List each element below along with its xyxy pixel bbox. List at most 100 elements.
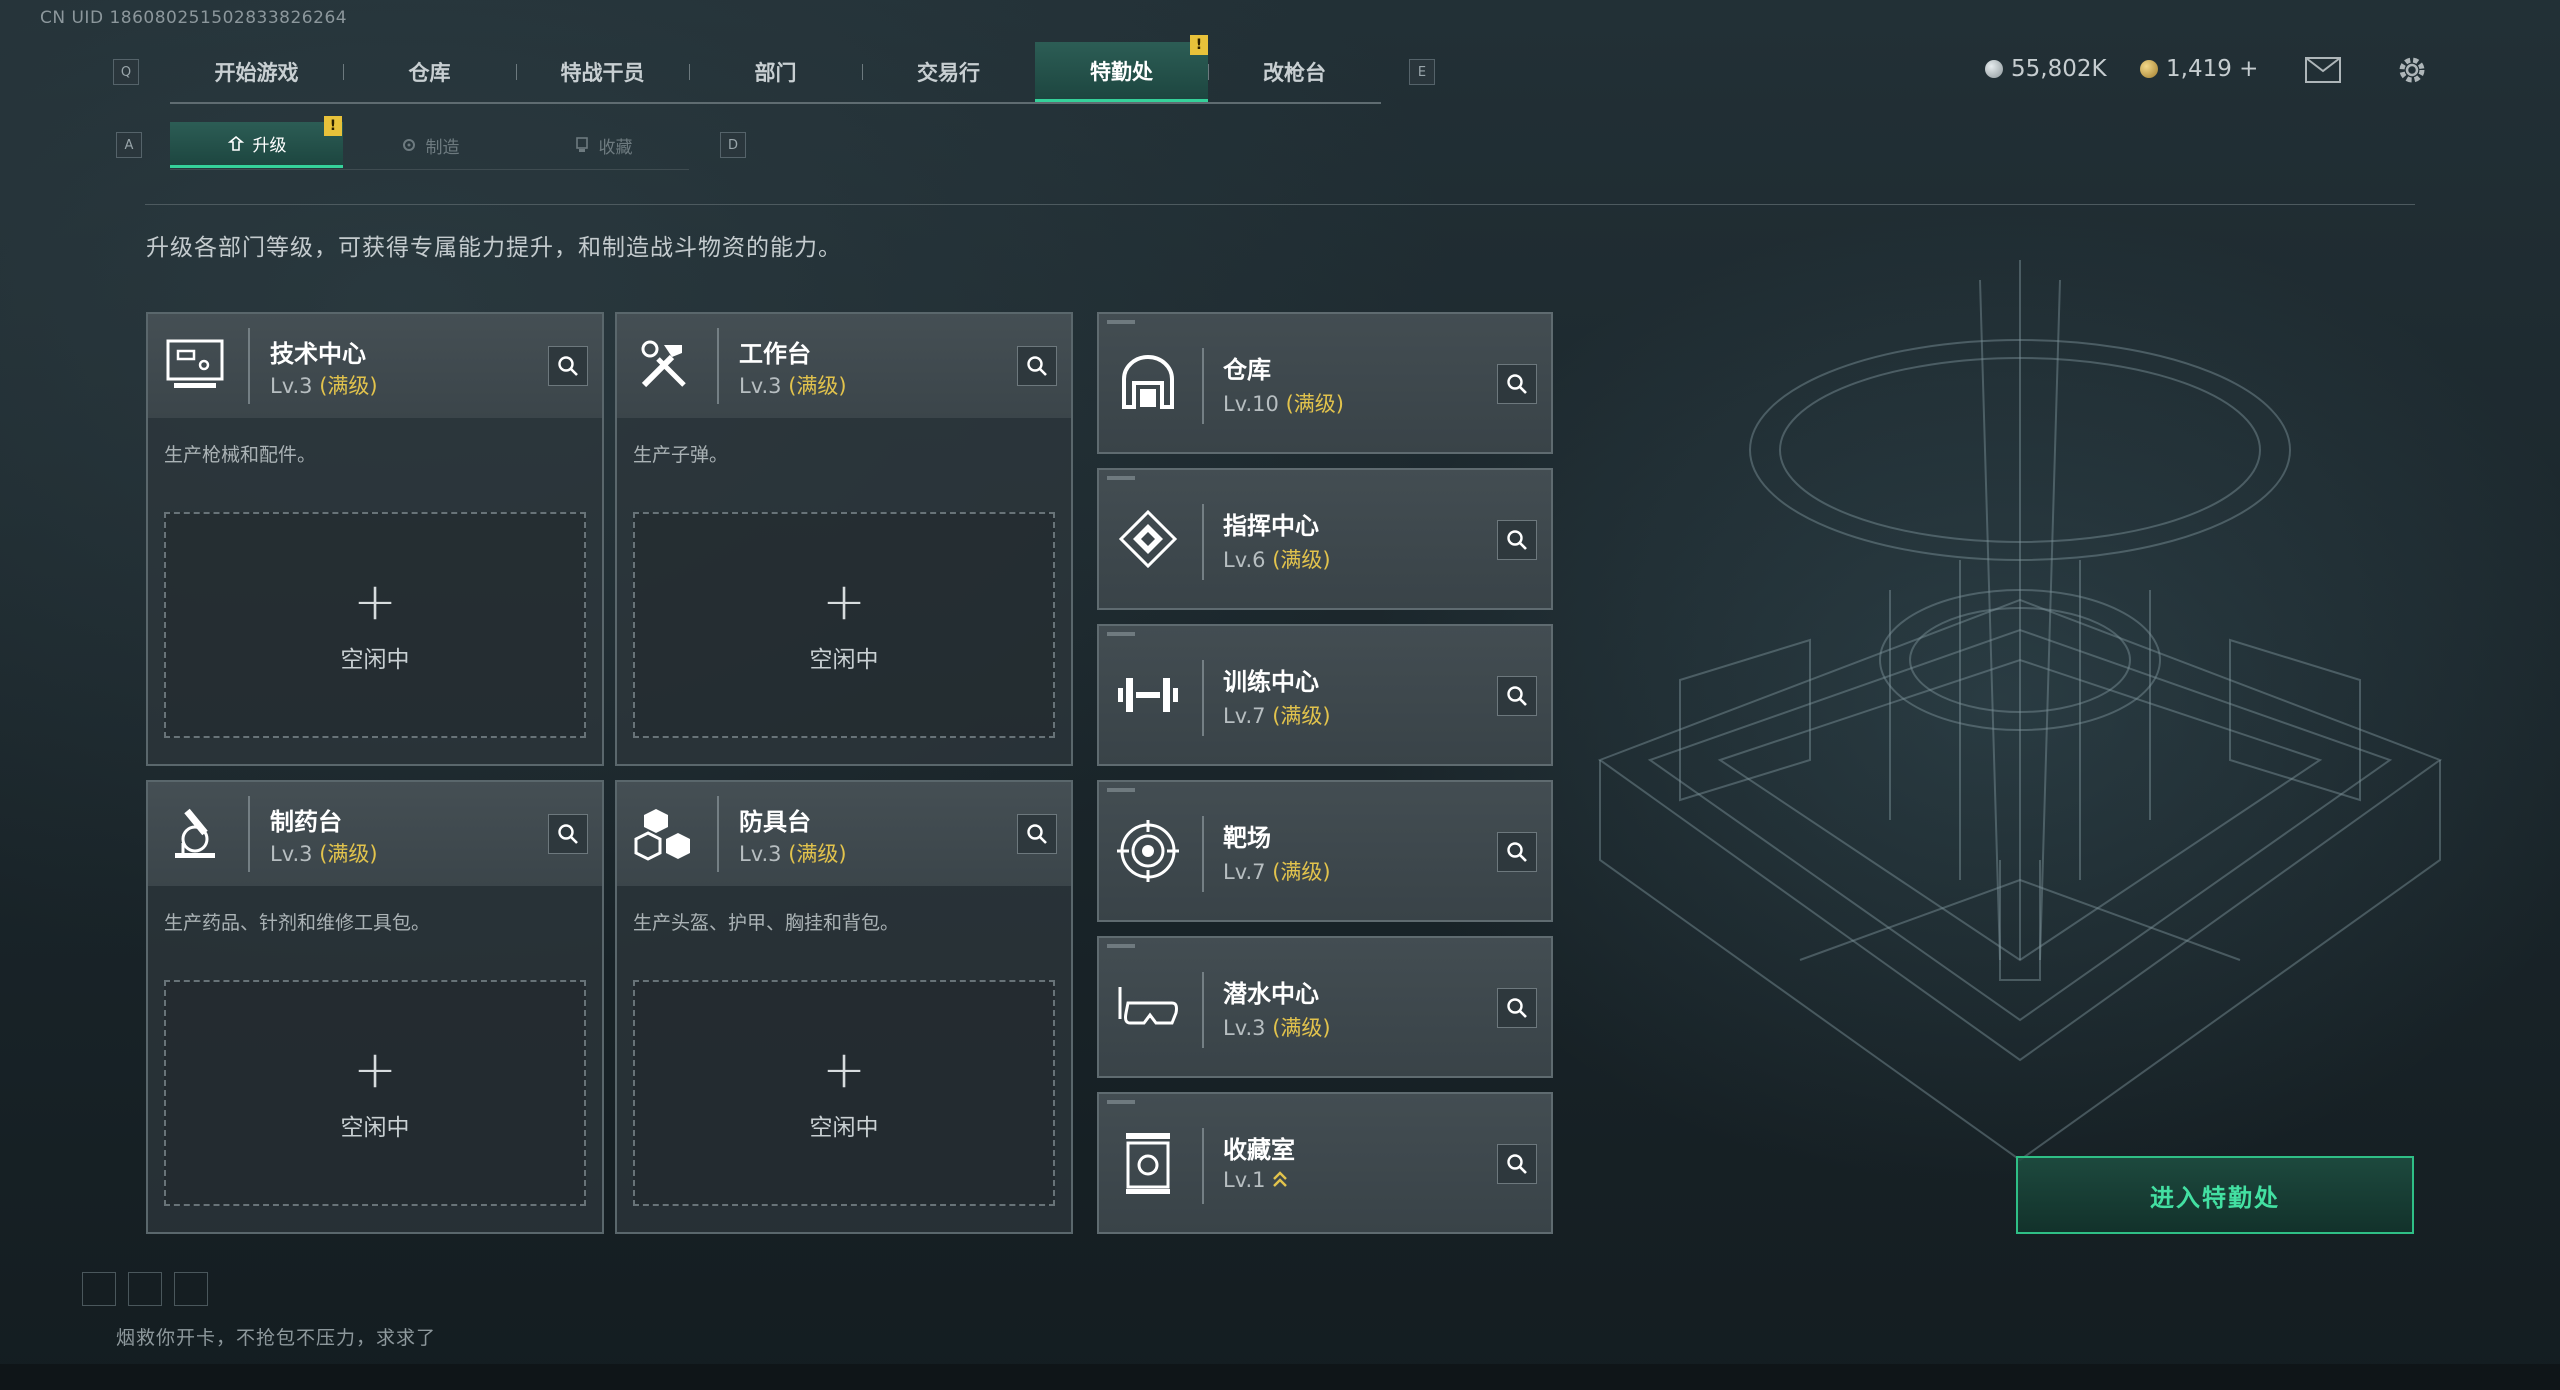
- production-card-workbench[interactable]: 工作台 Lv.3 (满级) 生产子弹。 + 空闲中: [615, 312, 1073, 766]
- production-card-armor[interactable]: 防具台 Lv.3 (满级) 生产头盔、护甲、胸挂和背包。 + 空闲中: [615, 780, 1073, 1234]
- subtab-craft-label: 制造: [425, 137, 460, 158]
- card-header: 技术中心 Lv.3 (满级): [148, 314, 602, 418]
- card-description: 生产头盔、护甲、胸挂和背包。: [633, 912, 900, 934]
- production-card-pharmacy[interactable]: 制药台 Lv.3 (满级) 生产药品、针剂和维修工具包。 + 空闲中: [146, 780, 604, 1234]
- search-icon: [1507, 530, 1527, 550]
- tab-market[interactable]: 交易行: [862, 42, 1035, 102]
- card-level: Lv.1: [1223, 1168, 1288, 1192]
- slot-status: 空闲中: [340, 1115, 410, 1141]
- tab-start-game[interactable]: 开始游戏: [170, 42, 343, 102]
- card-title: 潜水中心: [1223, 980, 1319, 1008]
- search-button[interactable]: [1497, 832, 1537, 872]
- subtab-collection-label: 收藏: [598, 137, 633, 158]
- tab-department[interactable]: 部门: [689, 42, 862, 102]
- card-separator: [1202, 660, 1204, 736]
- card-level: Lv.7 (满级): [1223, 860, 1331, 884]
- tab-gunsmith[interactable]: 改枪台: [1208, 42, 1381, 102]
- production-slot[interactable]: + 空闲中: [164, 512, 586, 738]
- card-level: Lv.3 (满级): [739, 374, 847, 398]
- goggles-icon: [1115, 974, 1181, 1040]
- search-button[interactable]: [1017, 346, 1057, 386]
- enter-special-ops-button[interactable]: 进入特勤处: [2016, 1156, 2414, 1234]
- bottom-bar: [0, 1364, 2560, 1390]
- nav-right-key[interactable]: E: [1409, 59, 1435, 85]
- search-button[interactable]: [1497, 520, 1537, 560]
- card-separator: [717, 796, 719, 872]
- search-button[interactable]: [548, 346, 588, 386]
- facility-card-command-center[interactable]: 指挥中心 Lv.6 (满级): [1097, 468, 1553, 610]
- dumbbell-icon: [1115, 662, 1181, 728]
- subtab-craft[interactable]: 制造: [343, 122, 516, 168]
- production-slot[interactable]: + 空闲中: [164, 980, 586, 1206]
- production-slot[interactable]: + 空闲中: [633, 512, 1055, 738]
- subnav-left-key[interactable]: A: [116, 132, 142, 158]
- chat-message: 烟救你开卡，不抢包不压力，求求了: [116, 1327, 437, 1349]
- card-title: 技术中心: [270, 340, 366, 368]
- subtab-upgrade-label: 升级: [252, 136, 287, 156]
- card-level: Lv.7 (满级): [1223, 704, 1331, 728]
- gold-currency[interactable]: 1,419 +: [2140, 56, 2258, 82]
- tools-icon: [631, 332, 697, 398]
- settings-gear-icon[interactable]: [2392, 52, 2432, 88]
- warehouse-icon: [1115, 350, 1181, 416]
- search-icon: [1027, 356, 1047, 376]
- thumb-slot[interactable]: [128, 1272, 162, 1306]
- gold-coin-icon: [2140, 60, 2158, 78]
- search-icon: [1027, 824, 1047, 844]
- card-separator: [717, 328, 719, 404]
- slot-status: 空闲中: [809, 1115, 879, 1141]
- card-level: Lv.3 (满级): [270, 374, 378, 398]
- tab-warehouse[interactable]: 仓库: [343, 42, 516, 102]
- subtab-upgrade[interactable]: 升级: [170, 122, 343, 168]
- card-tag: [1107, 476, 1135, 480]
- facility-card-shooting-range[interactable]: 靶场 Lv.7 (满级): [1097, 780, 1553, 922]
- search-button[interactable]: [1497, 1144, 1537, 1184]
- upgrade-arrow-icon: [1273, 1171, 1288, 1187]
- card-separator: [1202, 972, 1204, 1048]
- facility-card-diving-center[interactable]: 潜水中心 Lv.3 (满级): [1097, 936, 1553, 1078]
- card-header: 制药台 Lv.3 (满级): [148, 782, 602, 886]
- page-description: 升级各部门等级，可获得专属能力提升，和制造战斗物资的能力。: [146, 235, 842, 261]
- card-level: Lv.3 (满级): [270, 842, 378, 866]
- tab-operators[interactable]: 特战干员: [516, 42, 689, 102]
- silver-coin-icon: [1985, 60, 2003, 78]
- card-title: 靶场: [1223, 824, 1271, 852]
- thumb-slot[interactable]: [174, 1272, 208, 1306]
- card-tag: [1107, 1100, 1135, 1104]
- production-card-tech-center[interactable]: 技术中心 Lv.3 (满级) 生产枪械和配件。 + 空闲中: [146, 312, 604, 766]
- subnav-alert-badge: !: [324, 116, 342, 136]
- vault-icon: [1115, 1130, 1181, 1196]
- card-title: 收藏室: [1223, 1136, 1295, 1164]
- sub-nav: 升级 制造 收藏: [170, 122, 689, 170]
- card-header: 工作台 Lv.3 (满级): [617, 314, 1071, 418]
- facility-card-warehouse[interactable]: 仓库 Lv.10 (满级): [1097, 312, 1553, 454]
- subtab-collection[interactable]: 收藏: [516, 122, 689, 168]
- subnav-right-key[interactable]: D: [720, 132, 746, 158]
- search-button[interactable]: [1497, 676, 1537, 716]
- production-slot[interactable]: + 空闲中: [633, 980, 1055, 1206]
- thumb-slot[interactable]: [82, 1272, 116, 1306]
- mail-icon[interactable]: [2303, 52, 2343, 88]
- plus-icon: +: [353, 572, 397, 632]
- card-tag: [1107, 944, 1135, 948]
- search-button[interactable]: [1497, 364, 1537, 404]
- card-separator: [1202, 1128, 1204, 1204]
- command-icon: [1115, 506, 1181, 572]
- tab-special-ops[interactable]: 特勤处: [1035, 42, 1208, 102]
- search-icon: [1507, 998, 1527, 1018]
- search-button[interactable]: [548, 814, 588, 854]
- card-title: 制药台: [270, 808, 342, 836]
- facility-card-collection-room[interactable]: 收藏室 Lv.1: [1097, 1092, 1553, 1234]
- silver-currency[interactable]: 55,802K: [1985, 56, 2107, 82]
- card-description: 生产枪械和配件。: [164, 444, 317, 466]
- card-description: 生产药品、针剂和维修工具包。: [164, 912, 431, 934]
- facility-card-training-center[interactable]: 训练中心 Lv.7 (满级): [1097, 624, 1553, 766]
- card-level: Lv.3 (满级): [739, 842, 847, 866]
- bottom-thumbnails: [82, 1272, 208, 1306]
- search-button[interactable]: [1497, 988, 1537, 1028]
- card-separator: [248, 796, 250, 872]
- nav-left-key[interactable]: Q: [113, 59, 139, 85]
- gold-amount: 1,419 +: [2166, 56, 2259, 82]
- search-button[interactable]: [1017, 814, 1057, 854]
- cubes-icon: [631, 800, 697, 866]
